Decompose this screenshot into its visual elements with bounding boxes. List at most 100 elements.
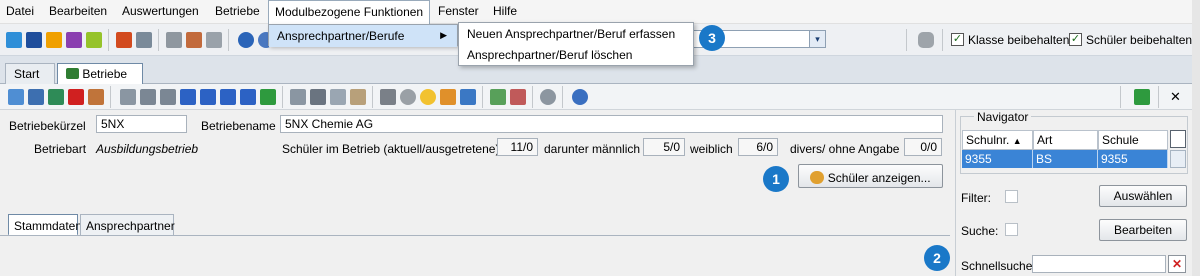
export-icon[interactable] [510,89,526,105]
first-record-icon[interactable] [140,89,156,105]
select-button[interactable]: Auswählen [1099,185,1187,207]
info-icon[interactable] [238,32,254,48]
table-cell-schulnr[interactable]: 9355 [962,150,1033,168]
divers-count: 0/0 [904,138,942,156]
tab-label: Start [14,67,40,81]
toolbar-separator [1120,86,1121,108]
students-icon[interactable] [6,32,22,48]
toolbar-separator [906,29,907,51]
tab-content [0,235,950,276]
broom-icon[interactable] [440,89,456,105]
keep-student-checkbox[interactable]: ✓ [1069,33,1082,46]
delete-icon[interactable] [68,89,84,105]
keep-class-checkbox[interactable]: ✓ [951,33,964,46]
submenu-modulbezogene-funktionen: Ansprechpartner/Berufe ▶ [268,24,458,47]
search-checkbox[interactable] [1005,223,1018,236]
menu-item-new-contact[interactable]: Neuen Ansprechpartner/Beruf erfassen [459,23,683,45]
copy-icon[interactable] [166,32,182,48]
help-icon[interactable] [572,89,588,105]
name-field[interactable]: 5NX Chemie AG [280,115,943,133]
edit-button[interactable]: Bearbeiten [1099,219,1187,241]
undo-icon[interactable] [48,89,64,105]
tool-icon[interactable] [540,89,556,105]
copy-icon[interactable] [330,89,346,105]
tab-stammdaten[interactable]: Stammdaten [8,214,82,236]
show-students-button[interactable]: Schüler anzeigen... [798,164,943,188]
chevron-down-icon[interactable]: ▾ [809,31,825,47]
next-record-icon[interactable] [200,89,216,105]
column-chooser-icon[interactable] [1170,130,1186,148]
menu-bar: Datei Bearbeiten Auswertungen Betriebe M… [0,0,1200,24]
window-scrollbar[interactable] [1192,0,1200,276]
menu-hilfe[interactable]: Hilfe [493,4,517,18]
column-art[interactable]: Art [1033,130,1098,150]
toolbar-separator [1158,86,1159,108]
record-toolbar: ✕ [0,84,1200,110]
divers-label: divers/ ohne Angabe [790,142,900,156]
paste-icon[interactable] [350,89,366,105]
toolbar-separator [482,86,483,108]
lightbulb-icon[interactable] [420,89,436,105]
courses-icon[interactable] [86,32,102,48]
new-icon[interactable] [8,89,24,105]
last-record-icon[interactable] [240,89,256,105]
refresh-icon[interactable] [1134,89,1150,105]
callout-badge-2: 2 [924,245,950,271]
printer-icon[interactable] [380,89,396,105]
flyout-menu: Neuen Ansprechpartner/Beruf erfassen Ans… [458,22,694,66]
toolbar-separator [562,86,563,108]
row-scroll-icon[interactable] [1170,150,1186,168]
tab-ansprechpartner[interactable]: Ansprechpartner [80,214,175,236]
name-label: Betriebename [201,119,276,133]
short-field[interactable]: 5NX [96,115,187,133]
list-icon[interactable] [120,89,136,105]
tab-betriebe[interactable]: Betriebe ✕ [57,63,143,95]
chart-icon [66,68,79,79]
classes-icon[interactable] [66,32,82,48]
previous-page-icon[interactable] [160,89,176,105]
column-schule[interactable]: Schule [1098,130,1168,150]
printer-icon[interactable] [136,32,152,48]
menu-bearbeiten[interactable]: Bearbeiten [49,4,107,18]
tab-start[interactable]: Start ✕ [5,63,55,95]
bus-icon[interactable] [26,32,42,48]
back-icon[interactable] [290,89,306,105]
refresh-icon[interactable] [260,89,276,105]
menu-betriebe[interactable]: Betriebe [215,4,260,18]
save-icon[interactable] [28,89,44,105]
books-icon[interactable] [116,32,132,48]
short-label: Betriebekürzel [9,119,86,133]
toolbar-separator [282,86,283,108]
import-icon[interactable] [490,89,506,105]
students-label: Schüler im Betrieb (aktuell/ausgetretene… [282,142,500,156]
disk-icon[interactable] [400,89,416,105]
menu-item-ansprechpartner-berufe[interactable]: Ansprechpartner/Berufe ▶ [269,25,457,47]
teachers-icon[interactable] [46,32,62,48]
keep-class-label: Klasse beibehalten [968,33,1070,47]
callout-badge-3: 3 [699,25,725,51]
type-label: Betriebart [34,142,87,156]
column-schulnr[interactable]: Schulnr. ▲ [962,130,1033,150]
user-icon[interactable] [918,32,934,48]
menu-fenster[interactable]: Fenster [438,4,479,18]
cut-icon[interactable] [310,89,326,105]
navigator-title: Navigator [974,110,1032,124]
close-icon[interactable]: ✕ [1170,89,1181,105]
menu-item-delete-contact[interactable]: Ansprechpartner/Beruf löschen [459,44,640,66]
cancel-icon[interactable] [88,89,104,105]
previous-record-icon[interactable] [180,89,196,105]
menu-datei[interactable]: Datei [6,4,34,18]
table-cell-schule[interactable]: 9355 [1098,150,1168,168]
chevron-right-icon: ▶ [440,30,447,40]
lightning-icon[interactable] [206,32,222,48]
clear-search-icon[interactable]: ✕ [1168,255,1186,273]
filter-checkbox[interactable] [1005,190,1018,203]
male-count: 5/0 [643,138,685,156]
next-page-icon[interactable] [220,89,236,105]
table-cell-art[interactable]: BS [1033,150,1098,168]
settings-icon[interactable] [186,32,202,48]
clock-icon[interactable] [460,89,476,105]
menu-auswertungen[interactable]: Auswertungen [122,4,199,18]
quick-search-input[interactable] [1032,255,1166,273]
menu-modulbezogene-funktionen[interactable]: Modulbezogene Funktionen [268,0,431,24]
